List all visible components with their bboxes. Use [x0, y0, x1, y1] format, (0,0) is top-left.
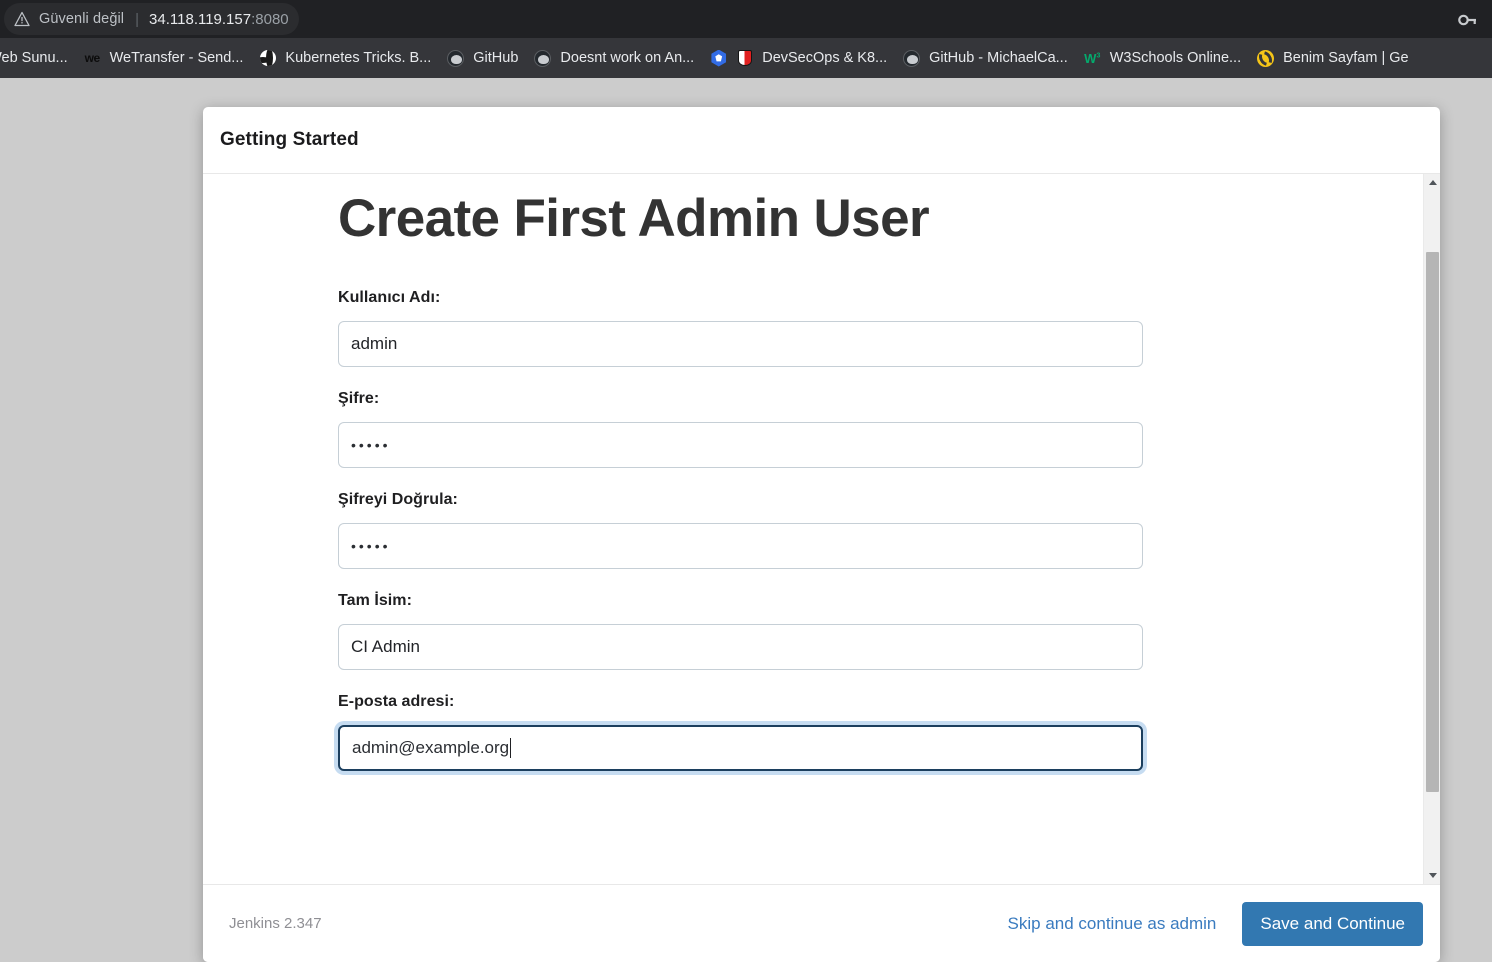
- getting-started-dialog: Getting Started Create First Admin User …: [203, 107, 1440, 962]
- globe-icon: [259, 50, 276, 67]
- warning-triangle-icon: [14, 11, 30, 27]
- bookmark-item-0[interactable]: e Web Sunu...: [0, 44, 76, 72]
- username-input[interactable]: [338, 321, 1143, 367]
- wetransfer-icon: we: [84, 51, 101, 65]
- swirl-icon: [1257, 49, 1275, 67]
- email-label: E-posta adresi:: [338, 693, 455, 710]
- email-value: admin@example.org: [352, 738, 510, 757]
- bookmark-label: W3Schools Online...: [1109, 49, 1242, 66]
- field-group-email: E-posta adresi: admin@example.org: [338, 693, 1143, 771]
- bookmark-item-5[interactable]: DevSecOps & K8...: [702, 44, 895, 72]
- dialog-header: Getting Started: [203, 107, 1440, 174]
- bookmarks-bar: e Web Sunu... we WeTransfer - Send... Ku…: [0, 38, 1492, 78]
- bookmark-item-4[interactable]: Doesnt work on An...: [526, 44, 702, 72]
- field-group-username: Kullanıcı Adı:: [338, 289, 1143, 367]
- bookmark-label: Doesnt work on An...: [560, 49, 695, 66]
- bookmark-item-3[interactable]: GitHub: [439, 44, 526, 72]
- footer-actions: Skip and continue as admin Save and Cont…: [1008, 901, 1423, 946]
- password-label: Şifre:: [338, 390, 380, 407]
- full-name-input[interactable]: [338, 624, 1143, 670]
- bookmark-item-1[interactable]: we WeTransfer - Send...: [76, 44, 252, 72]
- kubernetes-icon: [710, 49, 727, 67]
- omnibox[interactable]: Güvenli değil | 34.118.119.157:8080: [4, 3, 299, 35]
- url-separator: |: [135, 10, 140, 28]
- security-status-text: Güvenli değil: [39, 11, 125, 27]
- skip-and-continue-link[interactable]: Skip and continue as admin: [1008, 914, 1217, 934]
- save-and-continue-button[interactable]: Save and Continue: [1242, 901, 1423, 946]
- bookmark-item-8[interactable]: Benim Sayfam | Ge: [1249, 44, 1416, 72]
- confirm-password-input[interactable]: •••••: [338, 523, 1143, 569]
- bookmark-item-2[interactable]: Kubernetes Tricks. B...: [251, 44, 439, 72]
- bookmark-label: Benim Sayfam | Ge: [1283, 49, 1409, 66]
- bookmark-label: GitHub - MichaelCa...: [929, 49, 1068, 66]
- bookmark-label: e Web Sunu...: [0, 49, 68, 66]
- github-icon: [903, 49, 921, 67]
- text-caret: [510, 738, 512, 758]
- chevron-up-icon: [1428, 180, 1437, 185]
- chevron-down-icon: [1428, 873, 1437, 878]
- dialog-title: Getting Started: [220, 129, 359, 150]
- dialog-footer: Jenkins 2.347 Skip and continue as admin…: [203, 884, 1440, 962]
- confirm-password-masked-value: •••••: [351, 538, 391, 554]
- url-port: :8080: [251, 10, 289, 28]
- browser-url-bar: Güvenli değil | 34.118.119.157:8080: [0, 0, 1492, 38]
- setup-form: Create First Admin User Kullanıcı Adı: Ş…: [203, 192, 1143, 771]
- bookmark-label: Kubernetes Tricks. B...: [285, 49, 432, 66]
- full-name-label: Tam İsim:: [338, 592, 412, 609]
- field-group-full-name: Tam İsim:: [338, 592, 1143, 670]
- password-masked-value: •••••: [351, 437, 391, 453]
- w3schools-icon: W3: [1084, 50, 1101, 66]
- scrollbar-thumb[interactable]: [1426, 252, 1439, 792]
- dialog-body: Create First Admin User Kullanıcı Adı: Ş…: [203, 174, 1440, 884]
- username-label: Kullanıcı Adı:: [338, 289, 441, 306]
- scroll-down-button[interactable]: [1424, 867, 1440, 884]
- page-background: Getting Started Create First Admin User …: [0, 78, 1492, 962]
- password-input[interactable]: •••••: [338, 422, 1143, 468]
- key-icon[interactable]: [1456, 9, 1478, 31]
- bookmark-item-6[interactable]: GitHub - MichaelCa...: [895, 44, 1076, 72]
- field-group-password: Şifre: •••••: [338, 390, 1143, 468]
- field-group-confirm-password: Şifreyi Doğrula: •••••: [338, 491, 1143, 569]
- dialog-scroll-content: Create First Admin User Kullanıcı Adı: Ş…: [203, 174, 1423, 884]
- bookmark-label: WeTransfer - Send...: [109, 49, 244, 66]
- bookmark-item-7[interactable]: W3 W3Schools Online...: [1076, 44, 1249, 72]
- page-title: Create First Admin User: [338, 189, 930, 248]
- jenkins-version: Jenkins 2.347: [229, 915, 322, 932]
- vertical-scrollbar[interactable]: [1423, 174, 1440, 884]
- url-host: 34.118.119.157: [149, 10, 252, 28]
- bookmark-label: GitHub: [473, 49, 519, 66]
- github-icon: [447, 49, 465, 67]
- bookmark-label: DevSecOps & K8...: [762, 49, 888, 66]
- scroll-up-button[interactable]: [1424, 174, 1440, 191]
- email-input[interactable]: admin@example.org: [338, 725, 1143, 771]
- confirm-password-label: Şifreyi Doğrula:: [338, 491, 458, 508]
- github-icon: [534, 49, 552, 67]
- shield-icon: [736, 50, 753, 67]
